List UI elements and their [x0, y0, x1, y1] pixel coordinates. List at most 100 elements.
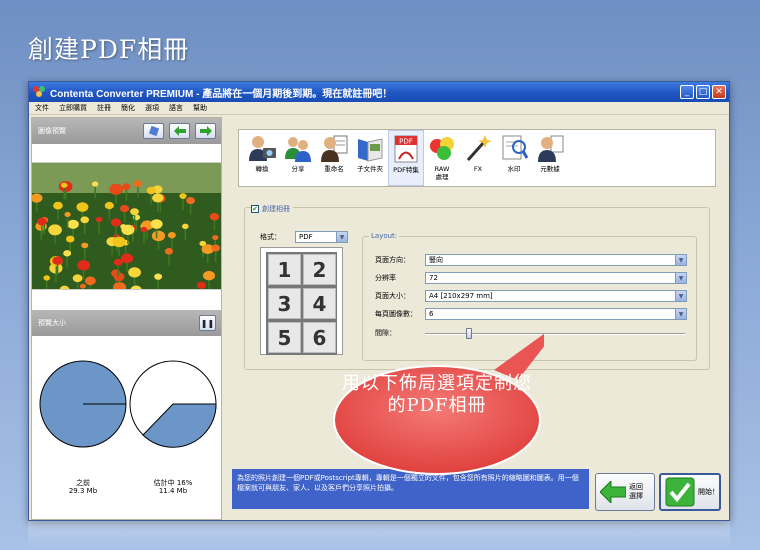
tool-subfolders-label: 子文件夾	[357, 165, 383, 173]
maximize-button[interactable]: □	[696, 85, 710, 99]
format-select[interactable]: PDF ▼	[295, 231, 348, 243]
tulip-photo	[32, 163, 221, 289]
fx-wand-icon	[466, 135, 492, 162]
resolution-value: 72	[429, 274, 438, 282]
chevron-down-icon: ▼	[336, 232, 347, 242]
page-size-value: A4 [210x297 mm]	[429, 292, 493, 300]
layout-cell-1: 1	[268, 254, 301, 285]
preview-title: 圖像預覽	[38, 127, 66, 135]
chevron-down-icon: ▼	[675, 309, 686, 319]
layout-cell-4: 4	[303, 288, 336, 319]
thumb-size-header: 預覽大小 ❚❚	[32, 310, 221, 336]
tool-metadata-label: 元數據	[540, 165, 560, 173]
svg-text:PDF: PDF	[399, 138, 413, 146]
menu-help[interactable]: 幫助	[193, 103, 207, 113]
menu-register[interactable]: 註冊	[97, 103, 111, 113]
orientation-row: 頁面方向： 豎向 ▼	[375, 254, 687, 266]
pdf-icon: PDF	[394, 135, 418, 163]
app-logo-icon	[33, 86, 45, 98]
previous-image-button[interactable]	[169, 123, 190, 139]
create-album-checkbox[interactable]: ✔	[251, 205, 259, 213]
tool-share[interactable]: 分享	[280, 130, 316, 186]
resolution-label: 分辨率	[375, 274, 396, 282]
tool-rename[interactable]: 重命名	[316, 130, 352, 186]
orientation-value: 豎向	[429, 256, 443, 264]
thumb-size-title: 預覽大小	[38, 319, 66, 327]
chevron-down-icon: ▼	[675, 273, 686, 283]
tool-subfolders[interactable]: 子文件夾	[352, 130, 388, 186]
layout-cell-5: 5	[268, 322, 301, 353]
window-title: Contenta Converter PREMIUM - 產品將在一個月期後到期…	[50, 88, 393, 100]
resolution-row: 分辨率 72 ▼	[375, 272, 687, 284]
layout-title: Layout:	[369, 232, 400, 240]
tool-raw[interactable]: RAW 處理	[424, 130, 460, 186]
callout-text: 用以下佈局選項定制您的PDF相冊	[342, 373, 532, 416]
folders-icon	[358, 138, 383, 162]
images-per-page-value: 6	[429, 310, 434, 318]
next-image-button[interactable]	[195, 123, 216, 139]
rotate-button[interactable]	[143, 123, 164, 139]
size-comparison: 之前 29.3 Mb 估計中 16% 11.4 Mb	[32, 336, 221, 506]
metadata-person-icon	[538, 135, 564, 162]
tool-fx-label: FX	[473, 165, 483, 173]
menu-bar: 文件 立即購買 註冊 簡化 選項 語言 幫助	[29, 102, 729, 115]
person-document-icon	[321, 135, 348, 162]
page-size-select[interactable]: A4 [210x297 mm] ▼	[425, 290, 687, 302]
create-album-row: ✔ 創建相冊	[251, 204, 293, 214]
watermark-icon	[502, 135, 529, 160]
arrow-left-icon	[173, 126, 186, 136]
minimize-button[interactable]: _	[680, 85, 694, 99]
pause-button[interactable]: ❚❚	[199, 315, 216, 331]
left-panel: 圖像預覽 預覽大小 ❚❚ 之前 29.3 Mb 估計中 16% 11.4 Mb	[31, 117, 222, 520]
page-size-label: 頁面大小：	[375, 292, 410, 300]
tool-pdf[interactable]: PDF PDF特集	[388, 130, 424, 186]
pause-icon: ❚❚	[200, 318, 215, 328]
before-size: 29.3 Mb	[68, 487, 98, 495]
page-title: 創建PDF相冊	[28, 35, 190, 64]
window-reflection	[28, 521, 730, 550]
format-label: 格式：	[260, 233, 281, 241]
menu-file[interactable]: 文件	[35, 103, 49, 113]
person-camera-icon	[249, 136, 276, 161]
menu-options[interactable]: 選項	[145, 103, 159, 113]
tool-raw-label: RAW 處理	[434, 165, 450, 181]
back-button-label: 返回 選擇	[629, 483, 643, 500]
tool-convert[interactable]: 轉換	[244, 130, 280, 186]
chevron-down-icon: ▼	[675, 255, 686, 265]
checkmark-icon	[665, 477, 695, 507]
rotate-icon	[148, 125, 159, 137]
format-value: PDF	[299, 233, 313, 241]
arrow-right-icon	[199, 126, 212, 136]
menu-buy-now[interactable]: 立即購買	[59, 103, 87, 113]
after-size: 11.4 Mb	[158, 487, 188, 495]
orientation-label: 頁面方向：	[375, 256, 410, 264]
preview-image	[32, 162, 221, 290]
tool-watermark-label: 水印	[507, 165, 521, 173]
menu-simplify[interactable]: 簡化	[121, 103, 135, 113]
chevron-down-icon: ▼	[675, 291, 686, 301]
create-album-label: 創建相冊	[262, 205, 290, 213]
orientation-select[interactable]: 豎向 ▼	[425, 254, 687, 266]
page-size-row: 頁面大小： A4 [210x297 mm] ▼	[375, 290, 687, 302]
format-row: 格式： PDF ▼	[260, 231, 348, 243]
start-button-label: 開始！	[698, 487, 719, 496]
start-button[interactable]: 開始！	[659, 473, 721, 511]
feature-toolbar: 轉換 分享 重命名 子文件夾 PDF PDF特集 RAW 處理 FX 水印 元數…	[238, 129, 716, 187]
tool-metadata[interactable]: 元數據	[532, 130, 568, 186]
preview-header: 圖像預覽	[32, 118, 221, 144]
menu-language[interactable]: 語言	[169, 103, 183, 113]
raw-balls-icon	[430, 137, 454, 160]
arrow-left-icon	[600, 481, 626, 503]
tool-fx[interactable]: FX	[460, 130, 496, 186]
tool-convert-label: 轉換	[255, 165, 269, 173]
tool-pdf-label: PDF特集	[393, 166, 419, 174]
resolution-select[interactable]: 72 ▼	[425, 272, 687, 284]
tool-share-label: 分享	[291, 165, 305, 173]
title-bar: Contenta Converter PREMIUM - 產品將在一個月期後到期…	[29, 82, 729, 102]
layout-cell-3: 3	[268, 288, 301, 319]
layout-cell-2: 2	[303, 254, 336, 285]
tool-watermark[interactable]: 水印	[496, 130, 532, 186]
back-button[interactable]: 返回 選擇	[595, 473, 655, 511]
close-button[interactable]: ✕	[712, 85, 726, 99]
people-icon	[285, 137, 311, 162]
